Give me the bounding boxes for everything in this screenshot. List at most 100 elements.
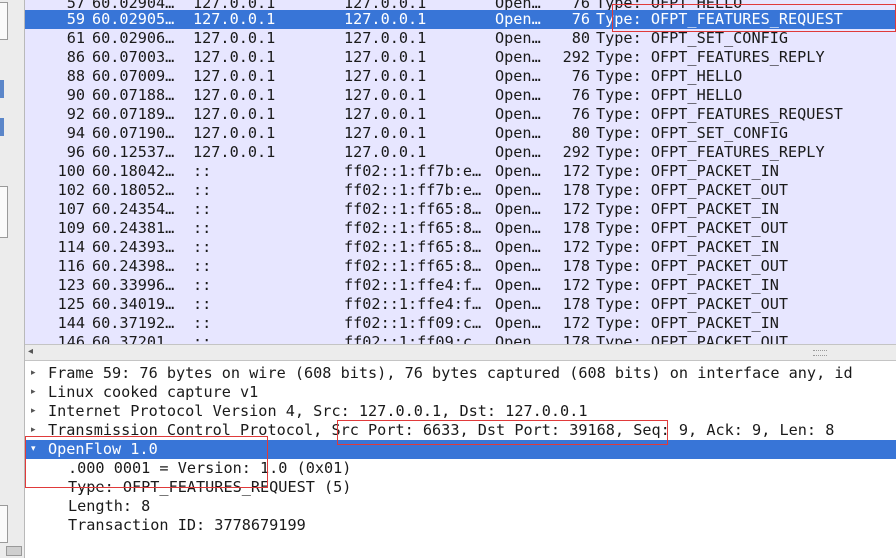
detail-row-text: Type: OFPT_FEATURES_REQUEST (5): [68, 478, 352, 496]
packet-number: 107: [57, 200, 85, 218]
packet-row[interactable]: 146 60.37201…:: ff02::1:ff09:c… Open… 178 Typ…: [25, 333, 896, 344]
detail-row[interactable]: ▸ Linux cooked capture v1: [25, 383, 896, 402]
packet-info: Type: OFPT_PACKET_OUT: [596, 295, 789, 313]
packet-destination: ff02::1:ffe4:f…: [344, 295, 482, 313]
packet-info: Type: OFPT_PACKET_IN: [596, 162, 779, 180]
packet-number: 144: [57, 314, 85, 332]
packet-row[interactable]: 86 60.07003… 127.0.0.1 127.0.0.1 Open… 292 Typ…: [25, 48, 896, 67]
packet-row[interactable]: 102 60.18052…:: ff02::1:ff7b:e… Open… 178 Typ…: [25, 181, 896, 200]
packet-time: 60.02906…: [92, 29, 175, 47]
detail-row-text: Frame 59: 76 bytes on wire (608 bits), 7…: [48, 364, 853, 382]
collapsed-arrow-icon[interactable]: ▸: [31, 402, 36, 421]
packet-length: 172: [562, 276, 590, 294]
detail-row-text: Internet Protocol Version 4, Src: 127.0.…: [48, 402, 588, 420]
packet-protocol: Open…: [495, 257, 541, 275]
packet-source: ::: [193, 314, 212, 332]
packet-number: 114: [57, 238, 85, 256]
packet-length: 178: [562, 333, 590, 344]
packet-protocol: Open…: [495, 181, 541, 199]
packet-details-tree[interactable]: ▸ Frame 59: 76 bytes on wire (608 bits), …: [25, 363, 896, 558]
pane-splitter-grip[interactable]: [813, 350, 827, 356]
packet-time: 60.24381…: [92, 219, 175, 237]
packet-length: 172: [562, 162, 590, 180]
packet-destination: 127.0.0.1: [344, 86, 427, 104]
packet-row[interactable]: 88 60.07009… 127.0.0.1 127.0.0.1 Open… 76 Type…: [25, 67, 896, 86]
packet-number: 123: [57, 276, 85, 294]
packet-info: Type: OFPT_FEATURES_REQUEST: [596, 10, 843, 28]
packet-length: 76: [571, 86, 590, 104]
packet-info: Type: OFPT_HELLO: [596, 67, 743, 85]
detail-row[interactable]: ▸ Internet Protocol Version 4, Src: 127.0…: [25, 402, 896, 421]
detail-row[interactable]: .000 0001 = Version: 1.0 (0x01): [25, 459, 896, 478]
packet-destination: ff02::1:ff65:8…: [344, 238, 482, 256]
packet-source: 127.0.0.1: [193, 67, 276, 85]
packet-row[interactable]: 109 60.24381…:: ff02::1:ff65:8… Open… 178 Typ…: [25, 219, 896, 238]
packet-info: Type: OFPT_PACKET_OUT: [596, 257, 789, 275]
packet-time: 60.18042…: [92, 162, 175, 180]
collapsed-arrow-icon[interactable]: ▸: [31, 383, 36, 402]
packet-number: 92: [66, 105, 85, 123]
horizontal-scrollbar[interactable]: ◂: [25, 344, 896, 361]
packet-protocol: Open…: [495, 86, 541, 104]
packet-protocol: Open…: [495, 67, 541, 85]
scroll-left-icon[interactable]: ◂: [28, 346, 33, 357]
packet-number: 146: [57, 333, 85, 344]
packet-info: Type: OFPT_PACKET_OUT: [596, 219, 789, 237]
packet-row[interactable]: 61 60.02906… 127.0.0.1 127.0.0.1 Open… 80 Type…: [25, 29, 896, 48]
packet-protocol: Open…: [495, 124, 541, 142]
packet-row[interactable]: 116 60.24398…:: ff02::1:ff65:8… Open… 178 Typ…: [25, 257, 896, 276]
sidebar-tab[interactable]: [0, 186, 8, 238]
detail-row[interactable]: Transaction ID: 3778679199: [25, 516, 896, 535]
packet-row[interactable]: 144 60.37192…:: ff02::1:ff09:c… Open… 172 Typ…: [25, 314, 896, 333]
packet-protocol: Open…: [495, 238, 541, 256]
packet-protocol: Open…: [495, 333, 541, 344]
packet-row[interactable]: 114 60.24393…:: ff02::1:ff65:8… Open… 172 Typ…: [25, 238, 896, 257]
sidebar-tab[interactable]: [0, 2, 8, 40]
packet-number: 59: [66, 10, 85, 28]
sidebar-tab[interactable]: [0, 505, 8, 543]
packet-length: 178: [562, 295, 590, 313]
packet-info: Type: OFPT_SET_CONFIG: [596, 29, 789, 47]
packet-row[interactable]: 59 60.02905… 127.0.0.1 127.0.0.1 Open… 76 Type…: [25, 10, 896, 29]
packet-row[interactable]: 90 60.07188… 127.0.0.1 127.0.0.1 Open… 76 Type…: [25, 86, 896, 105]
detail-row-text: Length: 8: [68, 497, 151, 515]
detail-row[interactable]: ▸ Frame 59: 76 bytes on wire (608 bits), …: [25, 364, 896, 383]
detail-row[interactable]: Type: OFPT_FEATURES_REQUEST (5): [25, 478, 896, 497]
packet-source: 127.0.0.1: [193, 29, 276, 47]
detail-row-text: Transmission Control Protocol, Src Port:…: [48, 421, 835, 439]
packet-row[interactable]: 92 60.07189… 127.0.0.1 127.0.0.1 Open… 76 Type…: [25, 105, 896, 124]
packet-time: 60.07188…: [92, 86, 175, 104]
packet-destination: ff02::1:ff7b:e…: [344, 181, 482, 199]
sidebar-marker: [0, 118, 4, 136]
packet-number: 96: [66, 143, 85, 161]
packet-length: 76: [571, 105, 590, 123]
detail-row[interactable]: Length: 8: [25, 497, 896, 516]
packet-number: 109: [57, 219, 85, 237]
expanded-arrow-icon[interactable]: ▾: [31, 440, 36, 459]
packet-source: ::: [193, 219, 212, 237]
packet-length: 292: [562, 143, 590, 161]
packet-time: 60.07003…: [92, 48, 175, 66]
packet-length: 80: [571, 29, 590, 47]
packet-list[interactable]: 57 60.02904… 127.0.0.1 127.0.0.1 Open… 76 Type…: [25, 0, 896, 344]
packet-row[interactable]: 94 60.07190… 127.0.0.1 127.0.0.1 Open… 80 Type…: [25, 124, 896, 143]
resize-grip[interactable]: [6, 546, 22, 556]
detail-row[interactable]: ▸ Transmission Control Protocol, Src Port…: [25, 421, 896, 440]
detail-row[interactable]: ▾ OpenFlow 1.0: [25, 440, 896, 459]
packet-destination: 127.0.0.1: [344, 10, 427, 28]
collapsed-arrow-icon[interactable]: ▸: [31, 364, 36, 383]
packet-row[interactable]: 107 60.24354…:: ff02::1:ff65:8… Open… 172 Typ…: [25, 200, 896, 219]
packet-time: 60.37201…: [92, 333, 175, 344]
collapsed-arrow-icon[interactable]: ▸: [31, 421, 36, 440]
packet-destination: ff02::1:ff09:c…: [344, 333, 482, 344]
packet-row[interactable]: 125 60.34019…:: ff02::1:ffe4:f… Open… 178 Typ…: [25, 295, 896, 314]
packet-source: ::: [193, 333, 212, 344]
packet-number: 94: [66, 124, 85, 142]
packet-source: ::: [193, 257, 212, 275]
packet-row[interactable]: 123 60.33996…:: ff02::1:ffe4:f… Open… 172 Typ…: [25, 276, 896, 295]
packet-protocol: Open…: [495, 48, 541, 66]
packet-number: 88: [66, 67, 85, 85]
packet-length: 172: [562, 238, 590, 256]
packet-row[interactable]: 100 60.18042…:: ff02::1:ff7b:e… Open… 172 Typ…: [25, 162, 896, 181]
packet-row[interactable]: 96 60.12537… 127.0.0.1 127.0.0.1 Open… 292 Typ…: [25, 143, 896, 162]
